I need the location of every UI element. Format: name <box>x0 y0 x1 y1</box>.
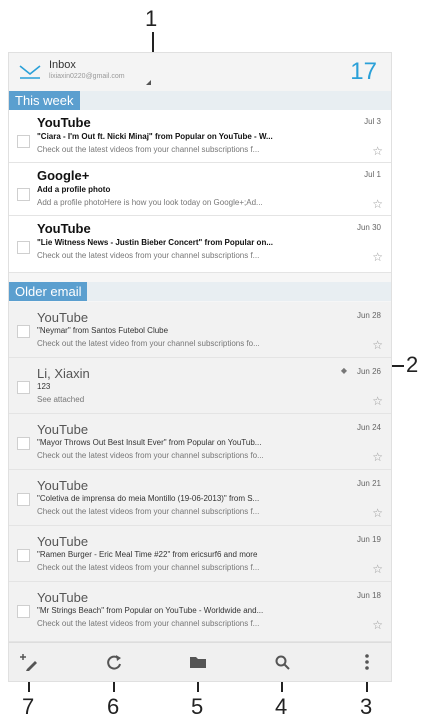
callout-1: 1 <box>145 6 158 31</box>
email-date: Jul 3 <box>364 117 381 126</box>
email-preview: Check out the latest videos from your ch… <box>37 507 260 516</box>
email-date: Jun 21 <box>356 479 381 488</box>
email-sender: YouTube <box>37 310 89 325</box>
email-checkbox[interactable] <box>17 188 30 201</box>
email-date: Jul 1 <box>364 170 381 179</box>
email-subject: Add a profile photo <box>37 185 111 194</box>
email-preview: Check out the latest videos from your ch… <box>37 451 264 460</box>
star-icon[interactable]: ☆ <box>372 450 383 464</box>
inbox-icon <box>19 65 41 79</box>
email-checkbox[interactable] <box>17 605 30 618</box>
email-row[interactable]: YouTube Jun 24 "Mayor Throws Out Best In… <box>9 414 391 470</box>
email-checkbox[interactable] <box>17 241 30 254</box>
email-sender: YouTube <box>37 221 91 236</box>
email-checkbox[interactable] <box>17 325 30 338</box>
email-row[interactable]: YouTube Jul 3 "Ciara - I'm Out ft. Nicki… <box>9 110 391 163</box>
email-row[interactable]: YouTube Jun 19 "Ramen Burger - Eric Meal… <box>9 526 391 582</box>
email-preview: Check out the latest videos from your ch… <box>37 251 260 260</box>
star-icon[interactable]: ☆ <box>372 338 383 352</box>
section-older-email: Older email <box>9 282 391 301</box>
email-date: Jun 18 <box>356 591 381 600</box>
unread-count: 17 <box>350 58 377 85</box>
section-this-week: This week <box>9 91 391 110</box>
email-subject: "Lie Witness News - Justin Bieber Concer… <box>37 238 273 247</box>
email-subject: "Ramen Burger - Eric Meal Time #22" from… <box>37 550 258 559</box>
inbox-header[interactable]: Inbox lixiaxin0220@gmail.com 17 <box>9 53 391 91</box>
star-icon[interactable]: ☆ <box>372 562 383 576</box>
email-checkbox[interactable] <box>17 493 30 506</box>
email-subject: 123 <box>37 382 51 391</box>
email-checkbox[interactable] <box>17 135 30 148</box>
email-sender: YouTube <box>37 422 89 437</box>
overflow-menu-icon[interactable] <box>356 651 378 673</box>
email-row[interactable]: YouTube Jun 21 "Coletiva de imprensa do … <box>9 470 391 526</box>
email-row[interactable]: YouTube Jun 18 "Mr Strings Beach" from P… <box>9 582 391 642</box>
email-sender: Li, Xiaxin <box>37 366 90 381</box>
email-date: Jun 26 <box>356 367 381 376</box>
email-row[interactable]: Google+ Jul 1 Add a profile photo Add a … <box>9 163 391 216</box>
star-icon[interactable]: ☆ <box>372 197 383 211</box>
email-row[interactable]: YouTube Jun 30 "Lie Witness News - Justi… <box>9 216 391 273</box>
callout-4: 4 <box>275 694 288 719</box>
email-subject: "Mr Strings Beach" from Popular on YouTu… <box>37 606 264 615</box>
callout-6: 6 <box>107 694 120 719</box>
email-checkbox[interactable] <box>17 437 30 450</box>
email-checkbox[interactable] <box>17 381 30 394</box>
refresh-icon[interactable] <box>103 651 125 673</box>
email-preview: Add a profile photoHere is how you look … <box>37 198 263 207</box>
callout-5: 5 <box>191 694 204 719</box>
account-dropdown-icon[interactable] <box>146 80 151 85</box>
inbox-title: Inbox <box>49 59 76 71</box>
email-preview: Check out the latest video from your cha… <box>37 339 260 348</box>
email-sender: YouTube <box>37 590 89 605</box>
email-sender: Google+ <box>37 168 90 183</box>
star-icon[interactable]: ☆ <box>372 618 383 632</box>
email-preview: Check out the latest videos from your ch… <box>37 145 260 154</box>
search-icon[interactable] <box>271 651 293 673</box>
email-subject: "Mayor Throws Out Best Insult Ever" from… <box>37 438 262 447</box>
star-icon[interactable]: ☆ <box>372 144 383 158</box>
email-sender: YouTube <box>37 115 91 130</box>
email-date: Jun 28 <box>356 311 381 320</box>
email-row[interactable]: YouTube Jun 28 "Neymar" from Santos Fute… <box>9 302 391 358</box>
email-date: Jun 30 <box>356 223 381 232</box>
compose-icon[interactable] <box>19 651 41 673</box>
email-subject: "Neymar" from Santos Futebol Clube <box>37 326 169 335</box>
email-preview: Check out the latest videos from your ch… <box>37 563 260 572</box>
account-email: lixiaxin0220@gmail.com <box>49 73 125 80</box>
email-preview: Check out the latest videos from your ch… <box>37 619 260 628</box>
callout-7: 7 <box>22 694 35 719</box>
email-app-screen: Inbox lixiaxin0220@gmail.com 17 This wee… <box>8 52 392 682</box>
email-checkbox[interactable] <box>17 549 30 562</box>
email-sender: YouTube <box>37 534 89 549</box>
email-subject: "Ciara - I'm Out ft. Nicki Minaj" from P… <box>37 132 273 141</box>
folder-icon[interactable] <box>187 651 209 673</box>
email-preview: See attached <box>37 395 85 404</box>
email-sender: YouTube <box>37 478 89 493</box>
bottom-toolbar <box>9 642 391 681</box>
email-date: Jun 24 <box>356 423 381 432</box>
email-subject: "Coletiva de imprensa do meia Montillo (… <box>37 494 260 503</box>
section-this-week-label: This week <box>9 91 80 110</box>
star-icon[interactable]: ☆ <box>372 394 383 408</box>
section-older-email-label: Older email <box>9 282 88 301</box>
email-date: Jun 19 <box>356 535 381 544</box>
callout-3: 3 <box>360 694 373 719</box>
star-icon[interactable]: ☆ <box>372 506 383 520</box>
callout-2: 2 <box>406 352 419 377</box>
attachment-icon: ◆ <box>340 366 347 375</box>
star-icon[interactable]: ☆ <box>372 250 383 264</box>
email-row[interactable]: Li, Xiaxin ◆ Jun 26 123 See attached ☆ <box>9 358 391 414</box>
